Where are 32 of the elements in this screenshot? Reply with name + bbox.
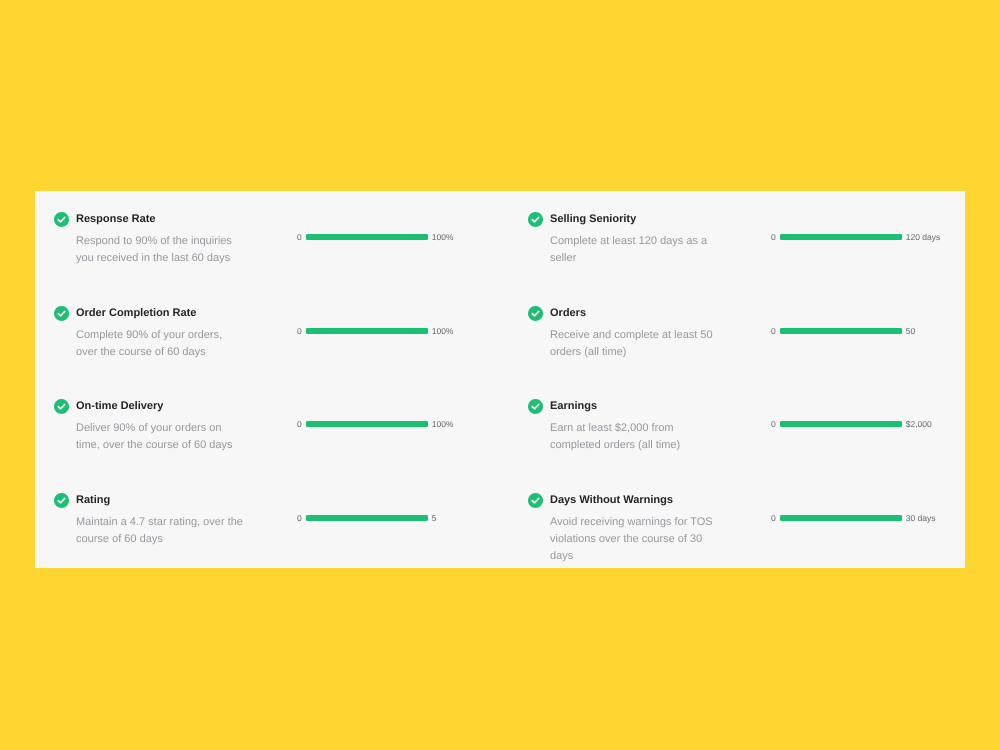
bar-min-label: 0 [297, 231, 302, 243]
requirement-title: Orders [550, 306, 586, 320]
bar-min-label: 0 [771, 512, 776, 524]
requirement-description: Respond to 90% of the inquiries you received in the last 60 days [76, 234, 233, 266]
bar-max-label: $2,000 [906, 418, 932, 430]
requirement-title: Selling Seniority [550, 212, 636, 227]
bar-max-label: 100% [432, 418, 454, 430]
bar-max-label: 50 [906, 324, 916, 336]
bar-min-label: 0 [771, 231, 776, 243]
requirement-title: On-time Delivery [76, 399, 164, 414]
requirement-description: Deliver 90% of your orders on time, over the course of 60 days [76, 421, 234, 453]
requirement-title: Order Completion Rate [76, 306, 196, 320]
bar-min-label: 0 [771, 324, 776, 336]
bar-max-label: 100% [432, 324, 454, 336]
bar-max-label: 30 days [906, 512, 936, 524]
bar-min-label: 0 [297, 512, 302, 524]
bar-min-label: 0 [771, 418, 776, 430]
requirement-description: Complete at least 120 days as a seller [550, 234, 708, 266]
requirement-description: Maintain a 4.7 star rating, over the course of 60 days [76, 514, 244, 546]
requirement-title: Earnings [550, 399, 598, 414]
bar-max-label: 120 days [906, 231, 940, 243]
requirement-description: Complete 90% of your orders, over the course of 60 days [76, 328, 224, 360]
bar-min-label: 0 [297, 418, 302, 430]
requirement-title: Days Without Warnings [550, 492, 673, 508]
requirement-description: Earn at least $2,000 from completed orders (all time) [550, 421, 682, 453]
bar-max-label: 5 [432, 512, 436, 524]
requirement-description: Receive and complete at least 50 orders (all time) [550, 328, 714, 360]
requirement-description: Avoid receiving warnings for TOS violations over the course of 30 days [550, 514, 714, 564]
bar-min-label: 0 [297, 324, 302, 336]
bar-max-label: 100% [432, 231, 454, 243]
requirement-title: Rating [76, 492, 110, 508]
requirement-title: Response Rate [76, 212, 156, 227]
